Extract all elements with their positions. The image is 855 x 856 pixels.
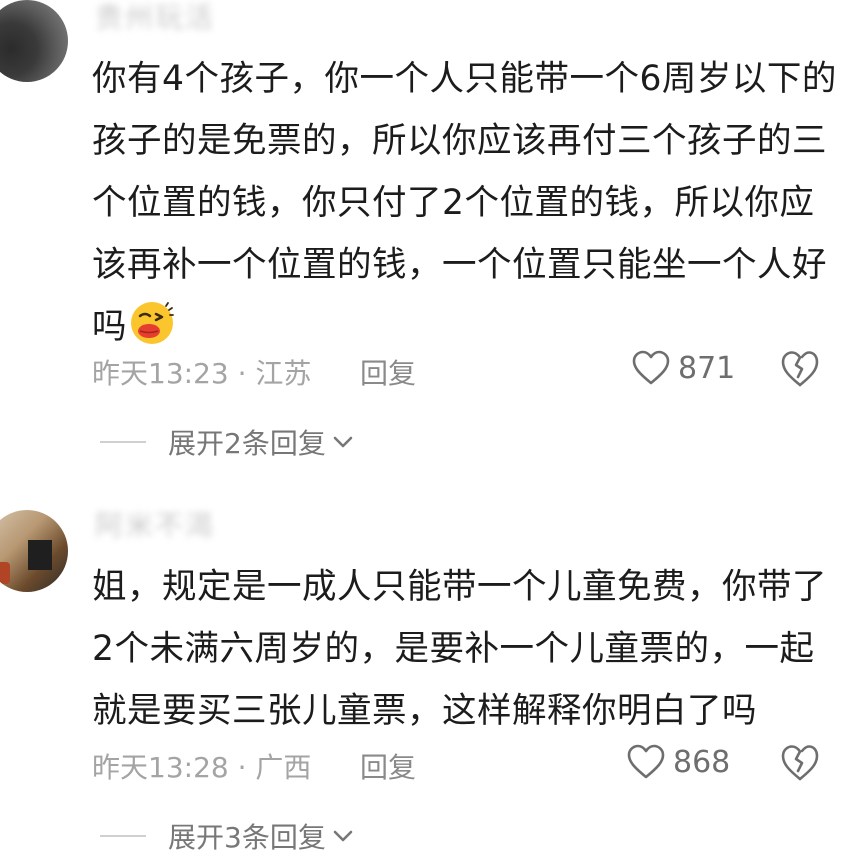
reply-button[interactable]: 回复 — [360, 352, 416, 392]
expand-replies-label: 展开2条回复 — [168, 427, 326, 460]
avatar[interactable] — [0, 510, 68, 592]
like-button[interactable]: 871 — [632, 350, 735, 386]
chevron-down-icon — [333, 830, 353, 842]
reply-button[interactable]: 回复 — [360, 746, 416, 786]
divider — [100, 835, 146, 837]
like-count: 868 — [673, 744, 731, 780]
comment-item: 阿米不渴 姐，规定是一成人只能带一个儿童免费，你带了2个未满六周岁的，是要补一个… — [0, 490, 855, 854]
expand-replies-button[interactable]: 展开3条回复 — [100, 816, 354, 856]
broken-heart-icon — [781, 351, 819, 387]
like-button[interactable]: 868 — [627, 744, 730, 780]
dislike-button[interactable] — [780, 350, 820, 392]
comment-item: 贵州玩活 你有4个孩子，你一个人只能带一个6周岁以下的孩子的是免票的，所以你应该… — [0, 0, 855, 470]
comment-text: 姐，规定是一成人只能带一个儿童免费，你带了2个未满六周岁的，是要补一个儿童票的，… — [92, 567, 827, 731]
expand-replies-label: 展开3条回复 — [168, 821, 326, 854]
heart-outline-icon — [627, 744, 665, 779]
divider — [100, 441, 146, 443]
comment-text-body: 你有4个孩子，你一个人只能带一个6周岁以下的孩子的是免票的，所以你应该再付三个孩… — [92, 59, 837, 347]
avatar[interactable] — [0, 0, 68, 82]
broken-heart-icon — [781, 745, 819, 781]
comment-meta: 昨天13:23 · 江苏 — [92, 357, 312, 390]
expand-replies-button[interactable]: 展开2条回复 — [100, 422, 354, 462]
comment-text: 你有4个孩子，你一个人只能带一个6周岁以下的孩子的是免票的，所以你应该再付三个孩… — [92, 48, 837, 358]
like-count: 871 — [678, 350, 736, 386]
heart-outline-icon — [632, 350, 670, 385]
chevron-down-icon — [333, 436, 353, 448]
comment-meta: 昨天13:28 · 广西 — [92, 751, 312, 784]
dislike-button[interactable] — [780, 744, 820, 786]
username[interactable]: 阿米不渴 — [95, 504, 215, 544]
username[interactable]: 贵州玩活 — [95, 0, 215, 36]
kissing-face-emoji-icon — [131, 302, 174, 344]
